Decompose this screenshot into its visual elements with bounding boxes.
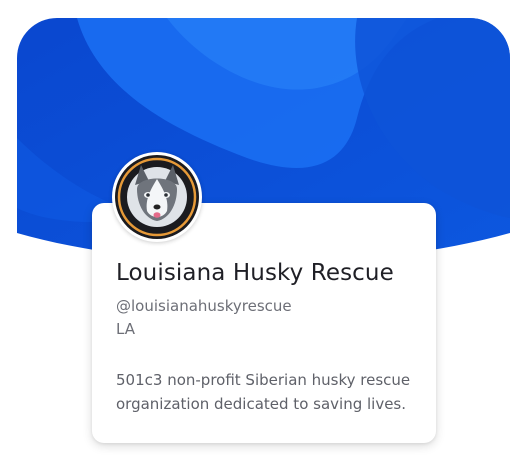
profile-bio: 501c3 non-profit Siberian husky rescue o…	[116, 371, 411, 413]
husky-avatar-icon	[115, 155, 199, 239]
profile-avatar[interactable]	[112, 152, 202, 242]
profile-name: Louisiana Husky Rescue	[116, 260, 394, 286]
profile-location: LA	[116, 320, 135, 338]
profile-handle: @louisianahuskyrescue	[116, 297, 292, 315]
